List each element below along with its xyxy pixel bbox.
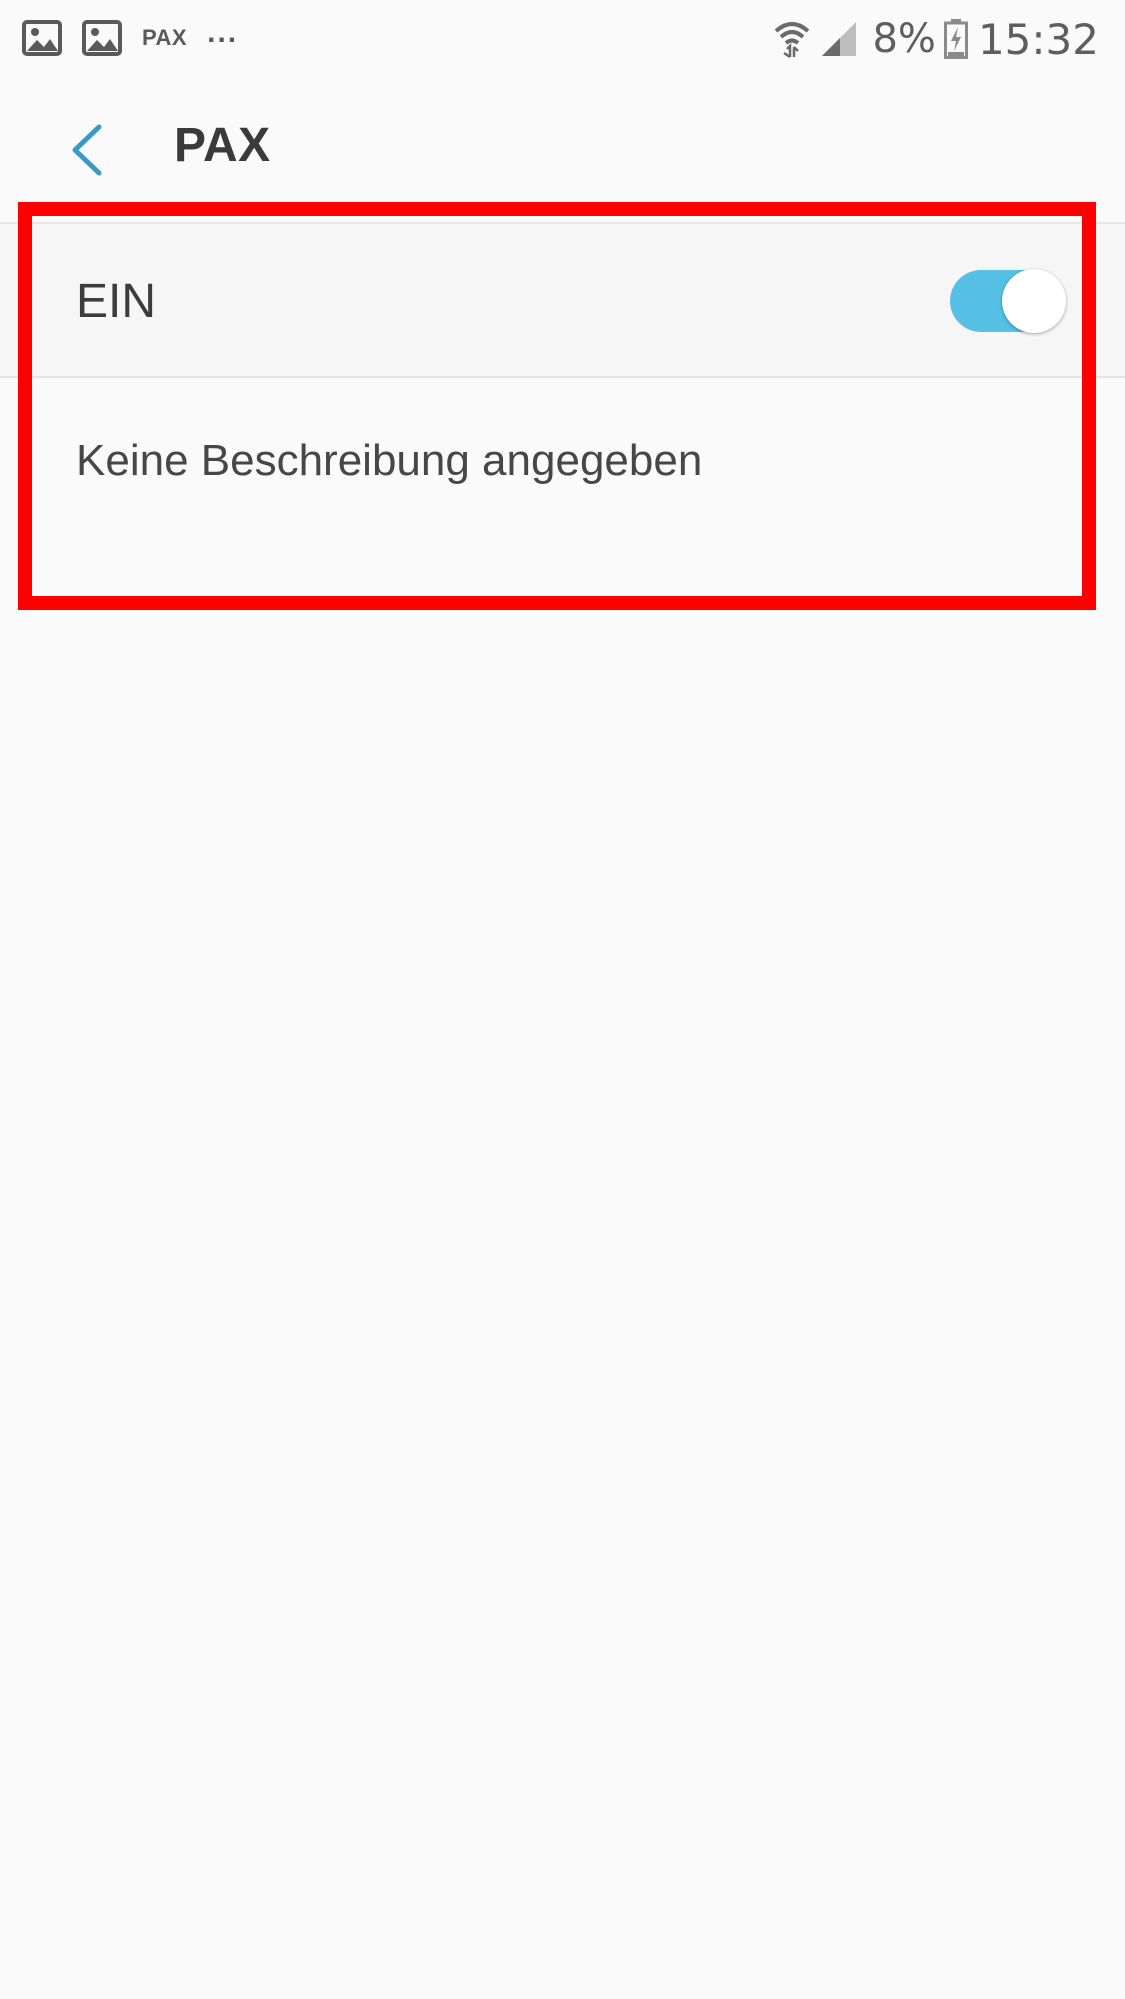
more-notifications-indicator: ... <box>207 16 239 49</box>
wifi-icon <box>775 22 810 59</box>
image-icon <box>22 20 62 56</box>
signal-icon <box>822 22 857 56</box>
notification-area: PAX ... <box>22 16 238 60</box>
app-bar: PAX <box>0 80 1125 222</box>
system-indicators: 8% 15:32 <box>774 14 1099 64</box>
page-title: PAX <box>174 119 271 172</box>
master-switch-label: EIN <box>76 275 157 328</box>
image-icon <box>82 20 122 56</box>
status-bar: PAX ... 8% 15:32 <box>0 0 1125 80</box>
notification-app-label: PAX <box>142 25 188 50</box>
battery-charging-icon <box>943 19 968 59</box>
clock: 15:32 <box>977 14 1099 64</box>
divider <box>0 376 1125 378</box>
switch-thumb <box>1002 269 1066 333</box>
battery-percentage: 8% <box>872 16 936 62</box>
channel-description: Keine Beschreibung angegeben <box>76 436 703 485</box>
back-button[interactable] <box>56 120 116 180</box>
master-switch-row[interactable]: EIN <box>0 224 1125 376</box>
master-switch-toggle[interactable] <box>950 269 1068 333</box>
chevron-left-icon <box>72 124 102 176</box>
